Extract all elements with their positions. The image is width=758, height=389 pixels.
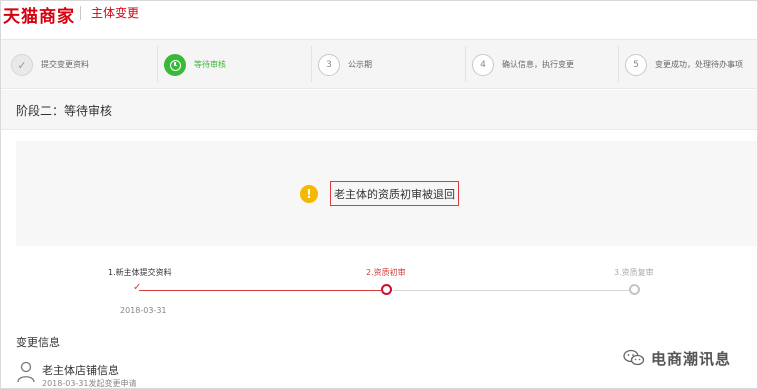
step-number: 5 (625, 54, 647, 76)
step-label: 确认信息，执行变更 (502, 60, 574, 69)
timeline-remaining-line (393, 290, 629, 291)
timeline-label-new-entity: 1.新主体提交资料 (108, 268, 172, 277)
timeline-date: 2018-03-31 (120, 306, 167, 315)
timeline-node-future (629, 284, 640, 295)
notice-text: 老主体的资质初审被退回 (334, 187, 455, 201)
header: 天猫商家 主体变更 (1, 1, 757, 37)
warning-icon: ! (300, 185, 318, 203)
timeline-label-initial-review: 2.资质初审 (366, 268, 406, 277)
change-info-title: 变更信息 (16, 336, 60, 349)
record-title: 老主体店铺信息 (42, 364, 119, 377)
page-frame: 天猫商家 主体变更 ✓ 提交变更资料 等待审核 3 公示期 4 确认信息，执行变… (0, 0, 758, 389)
wechat-icon (623, 349, 645, 366)
step-number: 4 (472, 54, 494, 76)
user-icon (17, 361, 35, 383)
check-icon: ✓ (133, 282, 142, 293)
step-divider (311, 46, 312, 82)
step-number: 3 (318, 54, 340, 76)
change-record[interactable]: 老主体店铺信息 2018-03-31发起变更申请 (16, 361, 516, 388)
timeline-node-current (381, 284, 392, 295)
page-title: 主体变更 (91, 6, 140, 20)
step-bar: ✓ 提交变更资料 等待审核 3 公示期 4 确认信息，执行变更 5 变更成功，处… (1, 39, 757, 89)
stage-header: 阶段二：等待审核 (1, 90, 757, 130)
clock-icon (164, 54, 186, 76)
watermark-text: 电商潮讯息 (651, 349, 732, 368)
timeline-label-second-review: 3.资质复审 (614, 268, 654, 277)
header-divider (80, 6, 81, 20)
check-icon: ✓ (11, 54, 33, 76)
watermark: 电商潮讯息 (623, 345, 731, 371)
step-label: 变更成功，处理待办事项 (655, 60, 743, 69)
step-divider (465, 46, 466, 82)
step-divider (157, 46, 158, 82)
notice-panel: ! 老主体的资质初审被退回 (16, 141, 757, 246)
step-divider (618, 46, 619, 82)
tmall-merchant-logo[interactable]: 天猫商家 (3, 2, 75, 27)
notice-highlight: 老主体的资质初审被退回 (330, 181, 459, 206)
stage-title: 阶段二：等待审核 (16, 104, 113, 118)
record-subtitle: 2018-03-31发起变更申请 (42, 379, 137, 388)
step-label: 等待审核 (194, 60, 226, 69)
step-label: 提交变更资料 (41, 60, 89, 69)
timeline-progress-line (139, 290, 381, 291)
step-label: 公示期 (348, 60, 372, 69)
